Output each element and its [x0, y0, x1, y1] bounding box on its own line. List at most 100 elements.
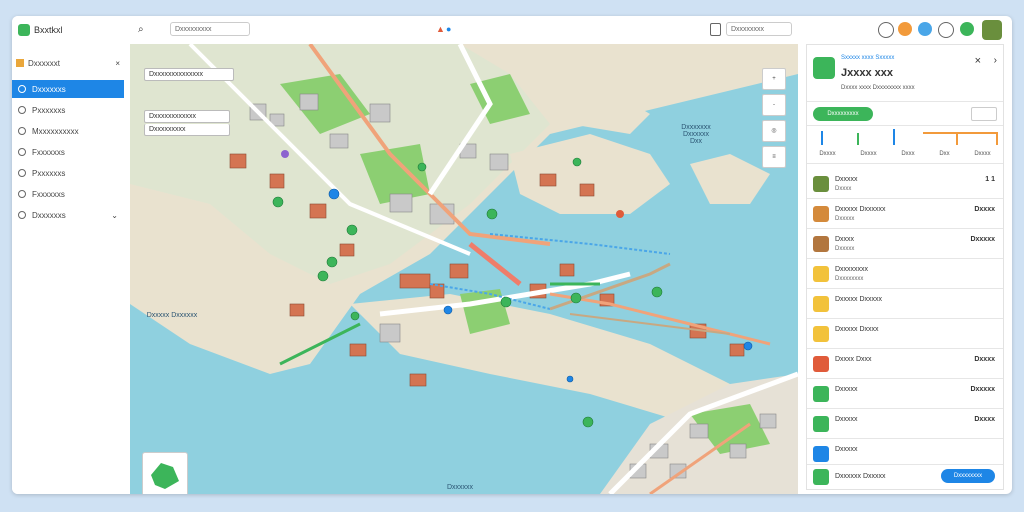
panel-badge-row: Dxxxxxxxxx: [807, 103, 1003, 126]
sidebar-item-2[interactable]: Pxxxxxxs: [12, 101, 124, 119]
list-item[interactable]: Dxxxxx Dxxxxx: [807, 379, 1003, 409]
project-selector[interactable]: Dxxxxxxt ×: [16, 56, 124, 70]
item-label: Dxxxxx: [835, 416, 858, 423]
map-callout-2[interactable]: Dxxxxxxxxxxxx: [144, 110, 230, 123]
circle-icon: [18, 211, 26, 219]
chevron-right-icon[interactable]: ›: [994, 55, 997, 66]
list-item[interactable]: Dxxxx Dxxxxx Dxxxxx: [807, 229, 1003, 259]
item-label: Dxxxxxxxx: [835, 266, 869, 273]
map-callout-text: Dxxxxxxxxxxxx: [149, 113, 197, 120]
panel-header: Jxxxx xxx Sxxxxx xxxx Sxxxxx Dxxxx xxxx …: [807, 45, 1003, 102]
list-item[interactable]: Dxxxx Dxxx Dxxxx: [807, 349, 1003, 379]
action-button[interactable]: Dxxxxxxxx: [941, 469, 995, 483]
close-icon[interactable]: ×: [115, 59, 120, 68]
map-canvas[interactable]: [130, 44, 798, 494]
top-bar: ⌕ Dxxxxxxxxx ▲ ● Dxxxxxxxx: [130, 16, 798, 45]
minimap[interactable]: [142, 452, 188, 494]
sidebar-item-7[interactable]: Dxxxxxxs ⌄: [12, 206, 124, 224]
list-item[interactable]: Dxxxxxxxx Dxxxxxxxx: [807, 259, 1003, 289]
sidebar-item-label: Pxxxxxxs: [32, 168, 66, 178]
item-sub: Dxxxxx: [835, 246, 855, 252]
item-value: Dxxxx: [974, 206, 995, 213]
item-thumb: [813, 416, 829, 432]
brand: Bxxtkxl: [18, 24, 63, 36]
sidebar-item-label: Fxxxxxxs: [32, 147, 65, 157]
chevron-down-icon[interactable]: ⌄: [111, 211, 118, 220]
sidebar-item-dashboard[interactable]: Dxxxxxxs: [12, 80, 124, 98]
item-label: Dxxxxx Dxxxx: [835, 326, 879, 333]
item-thumb: [813, 236, 829, 252]
list-item[interactable]: Dxxxxx Dxxxxx: [807, 289, 1003, 319]
sidebar-item-5[interactable]: Pxxxxxxs: [12, 164, 124, 182]
item-sub: Dxxxx: [835, 186, 852, 192]
item-thumb: [813, 356, 829, 372]
item-label: Dxxxx Dxxx: [835, 356, 872, 363]
app-logo-icon: [18, 24, 30, 36]
sidebar-item-6[interactable]: Fxxxxxxs: [12, 185, 124, 203]
circle-icon: [18, 127, 26, 135]
avatar[interactable]: [982, 20, 1002, 40]
tick-label: Dxxxx: [819, 151, 836, 157]
settings-icon[interactable]: [878, 22, 894, 38]
tick-label: Dxxx: [901, 151, 915, 157]
map-view[interactable]: Dxxxxxxxxxxxxxx Dxxxxxxxxxxxx Dxxxxxxxxx…: [130, 44, 798, 494]
list-item[interactable]: Dxxxxx Dxxxxxx Dxxxxx Dxxxx: [807, 199, 1003, 229]
panel-title: Jxxxx xxx: [841, 67, 893, 79]
bell-icon[interactable]: [938, 22, 954, 38]
list-item[interactable]: Dxxxxx: [807, 439, 1003, 465]
panel-desc: Dxxxx xxxx Dxxxxxxxx xxxx: [841, 85, 915, 91]
sidebar-item-label: Fxxxxxxs: [32, 189, 65, 199]
item-label: Dxxxx: [835, 236, 855, 243]
app-name: Bxxtkxl: [34, 25, 63, 35]
sidebar: Bxxtkxl Dxxxxxxt × Dxxxxxxs Pxxxxxxs Mxx…: [12, 16, 131, 494]
search-input[interactable]: Dxxxxxxxxx: [170, 22, 250, 36]
list-item[interactable]: Dxxxxx Dxxxx 1 1: [807, 169, 1003, 199]
sidebar-item-label: Dxxxxxxs: [32, 84, 66, 94]
mini-chart: Dxxxx Dxxxx Dxxx Dxx Dxxxx: [807, 127, 1003, 164]
mini-chart-ticks: Dxxxx Dxxxx Dxxx Dxx Dxxxx: [807, 151, 1003, 157]
item-value: Dxxxxx: [970, 236, 995, 243]
list-item[interactable]: Dxxxxx Dxxxx: [807, 319, 1003, 349]
document-icon[interactable]: [710, 23, 721, 36]
close-icon[interactable]: ×: [975, 55, 981, 67]
search-icon[interactable]: ⌕: [138, 24, 144, 35]
sidebar-item-4[interactable]: Fxxxxxxs: [12, 143, 124, 161]
folder-icon: [16, 59, 24, 67]
badge-right[interactable]: [971, 107, 997, 121]
item-thumb: [813, 266, 829, 282]
circle-icon: [18, 169, 26, 177]
badge[interactable]: Dxxxxxxxxx: [813, 107, 873, 121]
info-icon[interactable]: [918, 22, 932, 36]
water-label-2: Dxxxxxxx Dxxxxxx Dxx: [681, 124, 711, 145]
circle-icon: [18, 148, 26, 156]
alert-icon[interactable]: [898, 22, 912, 36]
map-callout-text: Dxxxxxxxxx: [149, 126, 186, 133]
list-item[interactable]: Dxxxxx Dxxxx: [807, 409, 1003, 439]
zoom-out-button[interactable]: -: [762, 94, 786, 116]
sidebar-item-3[interactable]: Mxxxxxxxxxx: [12, 122, 124, 140]
map-callout-text: Dxxxxxxxxxxxxxx: [149, 71, 204, 78]
item-label: Dxxxxx Dxxxxx: [835, 296, 883, 303]
water-label-1: Dxxxxx Dxxxxxx: [146, 312, 198, 319]
list-item[interactable]: Dxxxxxx Dxxxxx Dxxxxxxxx: [807, 465, 1003, 489]
item-value: Dxxxx: [974, 356, 995, 363]
circle-icon: [18, 85, 26, 93]
item-value: Dxxxxx: [970, 386, 995, 393]
item-label: Dxxxxx Dxxxxxx: [835, 206, 886, 213]
map-callout-3[interactable]: Dxxxxxxxxx: [144, 124, 230, 136]
layers-button[interactable]: ≡: [762, 146, 786, 168]
item-label: Dxxxxxx Dxxxxx: [835, 473, 886, 480]
item-label: Dxxxxx: [835, 386, 858, 393]
item-label: Dxxxxx: [835, 446, 858, 453]
zoom-in-button[interactable]: +: [762, 68, 786, 90]
pin-icon: ▲: [436, 24, 445, 34]
item-thumb: [813, 326, 829, 342]
map-callout-1[interactable]: Dxxxxxxxxxxxxxx: [144, 68, 234, 81]
top-field[interactable]: Dxxxxxxxx: [726, 22, 792, 36]
panel-avatar: [813, 57, 835, 79]
locate-button[interactable]: ◎: [762, 120, 786, 142]
sidebar-item-label: Dxxxxxxs: [32, 210, 66, 220]
status-icon[interactable]: [960, 22, 974, 36]
app-window: Bxxtkxl Dxxxxxxt × Dxxxxxxs Pxxxxxxs Mxx…: [12, 16, 1012, 494]
item-thumb: [813, 469, 829, 485]
